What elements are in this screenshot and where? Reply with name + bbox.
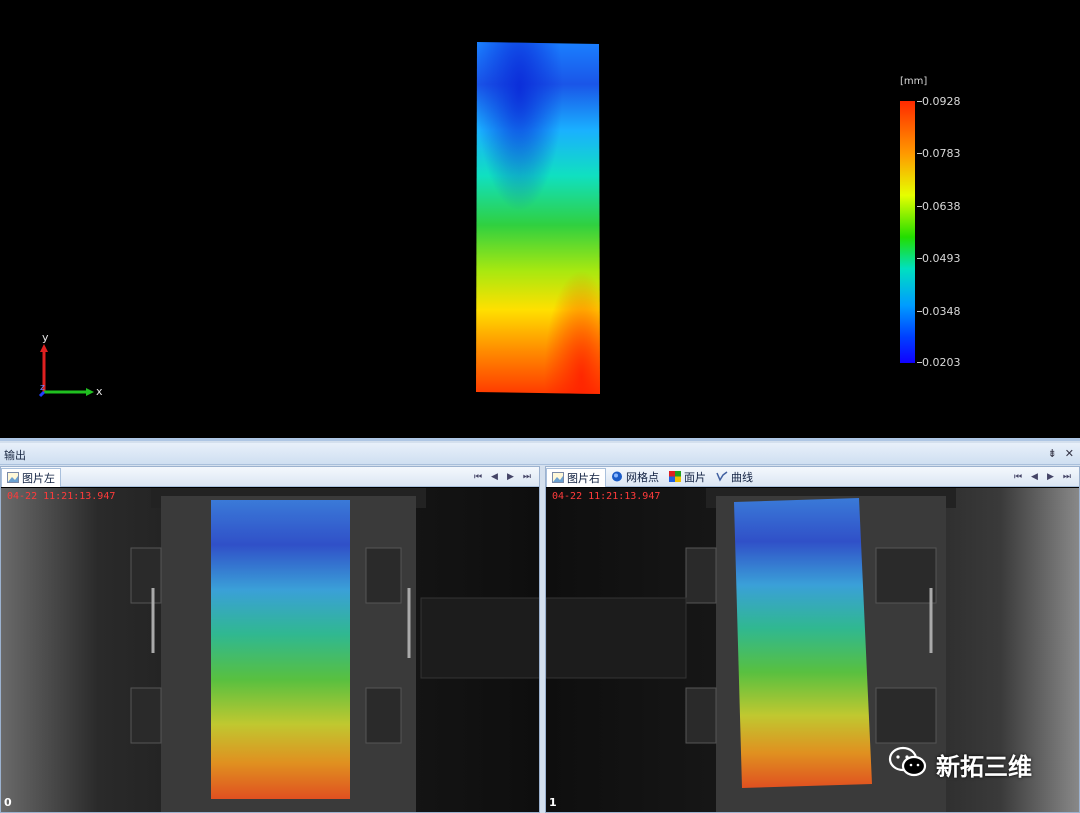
coordinate-axes-icon: y x z: [30, 328, 120, 403]
output-titlebar: 输出 ⇟ ✕: [0, 443, 1080, 465]
axis-y-label: y: [42, 331, 49, 344]
colorbar-label: 0.0348: [922, 305, 961, 318]
output-title: 输出: [4, 449, 26, 462]
colorbar-label: 0.0493: [922, 252, 961, 265]
axis-z-label: z: [40, 383, 45, 393]
tab-grid-points[interactable]: 网格点: [606, 468, 664, 486]
colorbar-label: 0.0203: [922, 356, 961, 369]
wechat-icon: [888, 746, 928, 782]
tab-curve-label: 曲线: [731, 470, 753, 484]
left-frame-index: 0: [4, 796, 12, 809]
right-timestamp: 04-22 11:21:13.947: [552, 491, 661, 502]
left-image-pane: 图片左 ⏮ ◀ ▶ ⏭ 04-22 11:21:13.947 0: [0, 466, 540, 813]
tab-image-right-label: 图片右: [567, 471, 600, 485]
tab-grid-points-label: 网格点: [626, 470, 659, 484]
prev-frame-button[interactable]: ◀: [1031, 472, 1038, 482]
tab-image-right[interactable]: 图片右: [546, 467, 606, 487]
tab-image-left[interactable]: 图片左: [1, 467, 61, 487]
image-icon: [552, 472, 564, 483]
last-frame-button[interactable]: ⏭: [1063, 472, 1071, 482]
colorbar-unit: [mm]: [900, 76, 928, 87]
specimen-displacement-contour: [476, 42, 601, 394]
colorbar-gradient: [900, 101, 915, 363]
first-frame-button[interactable]: ⏮: [1014, 472, 1022, 482]
right-pane-toolbar: 图片右 网格点 面片 曲线 ⏮ ◀ ▶ ⏭: [546, 467, 1079, 487]
curve-icon: [716, 471, 728, 482]
left-camera-image[interactable]: 04-22 11:21:13.947 0: [1, 488, 539, 812]
grid-points-icon: [611, 471, 623, 482]
colorbar-label: 0.0638: [922, 200, 961, 213]
next-frame-button[interactable]: ▶: [1047, 472, 1054, 482]
right-frame-index: 1: [549, 796, 557, 809]
next-frame-button[interactable]: ▶: [507, 472, 514, 482]
3d-result-view[interactable]: [mm] 0.0928 0.0783 0.0638 0.0493 0.0348 …: [0, 0, 1080, 438]
tab-curve[interactable]: 曲线: [711, 468, 758, 486]
patch-icon: [669, 471, 681, 482]
pin-button[interactable]: ⇟: [1048, 447, 1057, 460]
first-frame-button[interactable]: ⏮: [474, 472, 482, 482]
image-icon: [7, 472, 19, 483]
left-timestamp: 04-22 11:21:13.947: [7, 491, 116, 502]
tab-patch-label: 面片: [684, 470, 706, 484]
last-frame-button[interactable]: ⏭: [523, 472, 531, 482]
watermark: 新拓三维: [888, 746, 1032, 782]
colorbar-label: 0.0928: [922, 95, 961, 108]
tab-image-left-label: 图片左: [22, 471, 55, 485]
axis-x-label: x: [96, 385, 103, 398]
colorbar-label: 0.0783: [922, 147, 961, 160]
left-pane-toolbar: 图片左 ⏮ ◀ ▶ ⏭: [1, 467, 539, 487]
watermark-text: 新拓三维: [936, 752, 1032, 781]
prev-frame-button[interactable]: ◀: [491, 472, 498, 482]
color-legend: [mm] 0.0928 0.0783 0.0638 0.0493 0.0348 …: [898, 76, 978, 376]
tab-patch[interactable]: 面片: [664, 468, 711, 486]
close-button[interactable]: ✕: [1065, 447, 1074, 460]
